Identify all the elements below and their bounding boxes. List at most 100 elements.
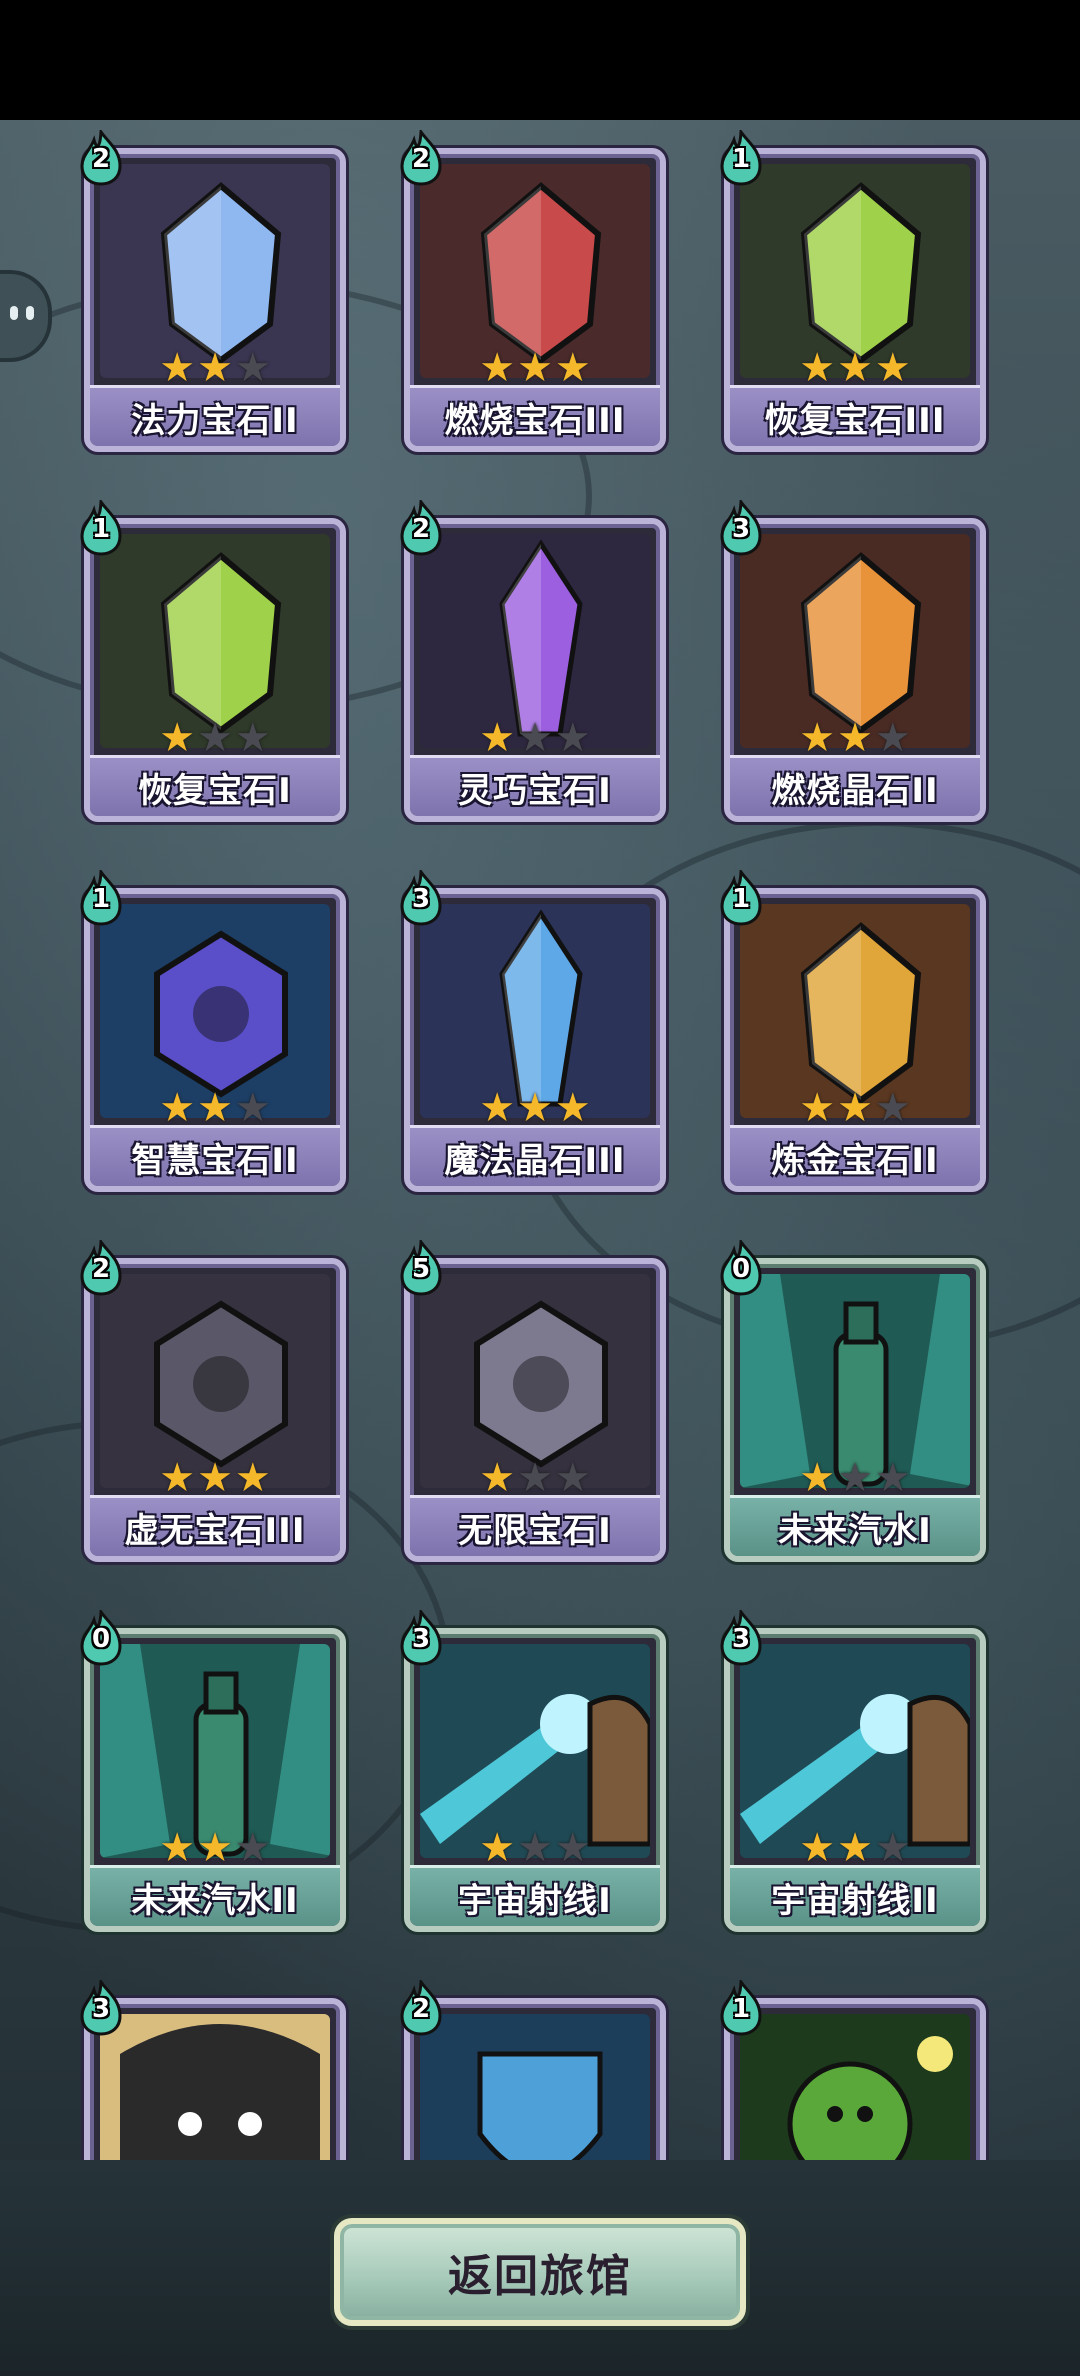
card[interactable]: ★ ★ ★ 魔法晶石III 3	[398, 870, 674, 1200]
card[interactable]: ★ ★ ★ 灵巧宝石I 2	[398, 500, 674, 830]
card-frame: ★ ★ ★ 未来汽水II	[84, 1628, 346, 1932]
card[interactable]: ★ ★ ★ 未来汽水I 0	[718, 1240, 994, 1570]
star-icon: ★	[159, 1825, 196, 1871]
energy-cost-badge: 2	[78, 130, 124, 186]
energy-cost-badge: 3	[398, 870, 444, 926]
star-icon: ★	[517, 1085, 553, 1131]
star-rating: ★ ★ ★	[730, 1088, 980, 1128]
card[interactable]: ★ ★ ★ 法力宝石II 2	[78, 130, 354, 460]
star-icon: ★	[517, 715, 553, 761]
star-icon: ★	[234, 345, 271, 391]
card[interactable]: 3	[78, 1980, 354, 2160]
star-icon: ★	[799, 1085, 836, 1131]
star-icon: ★	[197, 345, 233, 391]
star-icon: ★	[517, 1455, 553, 1501]
card-name-banner: 虚无宝石III	[90, 1495, 340, 1556]
card[interactable]: ★ ★ ★ 恢复宝石I 1	[78, 500, 354, 830]
star-icon: ★	[159, 345, 196, 391]
card-frame: ★ ★ ★ 燃烧晶石II	[724, 518, 986, 822]
energy-cost-value: 1	[731, 144, 751, 174]
star-rating: ★ ★ ★	[410, 1088, 660, 1128]
card[interactable]: ★ ★ ★ 燃烧晶石II 3	[718, 500, 994, 830]
card-frame: ★ ★ ★ 虚无宝石III	[84, 1258, 346, 1562]
card-frame: ★ ★ ★ 炼金宝石II	[724, 888, 986, 1192]
card-frame: ★ ★ ★ 宇宙射线II	[724, 1628, 986, 1932]
star-rating: ★ ★ ★	[90, 1088, 340, 1128]
card[interactable]: ★ ★ ★ 虚无宝石III 2	[78, 1240, 354, 1570]
card[interactable]: ★ ★ ★ 智慧宝石II 1	[78, 870, 354, 1200]
star-icon: ★	[554, 1825, 591, 1871]
star-rating: ★ ★ ★	[410, 718, 660, 758]
star-icon: ★	[554, 1085, 591, 1131]
card-name-banner: 恢复宝石III	[730, 385, 980, 446]
card-name-banner: 无限宝石I	[410, 1495, 660, 1556]
energy-cost-value: 2	[411, 514, 431, 544]
star-rating: ★ ★ ★	[410, 1458, 660, 1498]
energy-cost-value: 3	[91, 1994, 111, 2024]
energy-cost-badge: 1	[78, 500, 124, 556]
star-icon: ★	[874, 1455, 911, 1501]
star-icon: ★	[837, 715, 873, 761]
energy-cost-value: 2	[91, 144, 111, 174]
card-frame: ★ ★ ★ 智慧宝石II	[84, 888, 346, 1192]
energy-cost-value: 2	[411, 144, 431, 174]
energy-cost-badge: 2	[78, 1240, 124, 1296]
return-to-inn-button[interactable]: 返回旅馆	[334, 2218, 746, 2326]
star-icon: ★	[479, 1455, 516, 1501]
card[interactable]: ★ ★ ★ 燃烧宝石III 2	[398, 130, 674, 460]
card-name: 智慧宝石II	[131, 1140, 299, 1181]
energy-cost-badge: 5	[398, 1240, 444, 1296]
card-frame: ★ ★ ★ 恢复宝石I	[84, 518, 346, 822]
energy-cost-badge: 2	[398, 130, 444, 186]
energy-cost-value: 1	[731, 884, 751, 914]
card[interactable]: ★ ★ ★ 未来汽水II 0	[78, 1610, 354, 1940]
card-frame: ★ ★ ★ 恢复宝石III	[724, 148, 986, 452]
card[interactable]: ★ ★ ★ 宇宙射线I 3	[398, 1610, 674, 1940]
star-icon: ★	[874, 1085, 911, 1131]
card-frame: ★ ★ ★ 未来汽水I	[724, 1258, 986, 1562]
card[interactable]: ★ ★ ★ 炼金宝石II 1	[718, 870, 994, 1200]
card-name: 魔法晶石III	[444, 1140, 626, 1181]
card-frame: ★ ★ ★ 灵巧宝石I	[404, 518, 666, 822]
card-name-banner: 未来汽水II	[90, 1865, 340, 1926]
energy-cost-badge: 1	[718, 870, 764, 926]
energy-cost-value: 1	[731, 1994, 751, 2024]
energy-cost-badge: 1	[78, 870, 124, 926]
return-button-label: 返回旅馆	[448, 2251, 632, 2302]
energy-cost-value: 1	[91, 884, 111, 914]
card-name: 未来汽水I	[778, 1510, 932, 1551]
star-icon: ★	[517, 1825, 553, 1871]
card-name: 灵巧宝石I	[458, 770, 612, 811]
card[interactable]: 2	[398, 1980, 674, 2160]
star-rating: ★ ★ ★	[730, 348, 980, 388]
card-name-banner: 炼金宝石II	[730, 1125, 980, 1186]
card[interactable]: 1	[718, 1980, 994, 2160]
star-icon: ★	[554, 1455, 591, 1501]
star-icon: ★	[159, 1085, 196, 1131]
star-icon: ★	[197, 1085, 233, 1131]
card-name: 炼金宝石II	[771, 1140, 939, 1181]
card-name-banner: 法力宝石II	[90, 385, 340, 446]
card-name-banner: 宇宙射线II	[730, 1865, 980, 1926]
card-name: 宇宙射线I	[458, 1880, 612, 1921]
energy-cost-badge: 3	[718, 500, 764, 556]
star-icon: ★	[159, 1455, 196, 1501]
star-icon: ★	[837, 1085, 873, 1131]
card-name: 恢复宝石III	[764, 400, 946, 441]
card-name: 恢复宝石I	[138, 770, 292, 811]
card-name-banner: 智慧宝石II	[90, 1125, 340, 1186]
card[interactable]: ★ ★ ★ 无限宝石I 5	[398, 1240, 674, 1570]
card-name: 无限宝石I	[458, 1510, 612, 1551]
star-icon: ★	[554, 345, 591, 391]
card-frame: ★ ★ ★ 无限宝石I	[404, 1258, 666, 1562]
star-icon: ★	[554, 715, 591, 761]
energy-cost-badge: 3	[398, 1610, 444, 1666]
card-frame: ★ ★ ★ 燃烧宝石III	[404, 148, 666, 452]
card-name-banner: 宇宙射线I	[410, 1865, 660, 1926]
card-name-banner: 燃烧晶石II	[730, 755, 980, 816]
card[interactable]: ★ ★ ★ 宇宙射线II 3	[718, 1610, 994, 1940]
card[interactable]: ★ ★ ★ 恢复宝石III 1	[718, 130, 994, 460]
star-icon: ★	[799, 1455, 836, 1501]
energy-cost-badge: 3	[718, 1610, 764, 1666]
star-icon: ★	[837, 345, 873, 391]
